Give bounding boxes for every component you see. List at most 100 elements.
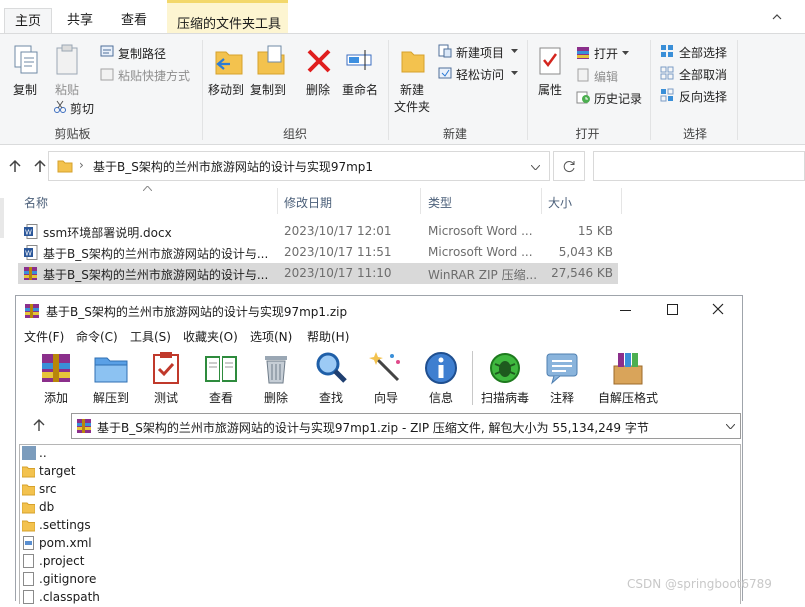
- copy-path-button[interactable]: 复制路径: [118, 45, 166, 62]
- column-divider[interactable]: [541, 188, 542, 214]
- column-header-size[interactable]: 大小: [548, 194, 572, 211]
- delete-archive-button[interactable]: 删除: [250, 348, 302, 408]
- invert-selection-icon[interactable]: [660, 88, 674, 102]
- history-button[interactable]: 历史记录: [594, 90, 642, 107]
- select-all-button[interactable]: 全部选择: [679, 44, 727, 61]
- move-to-button[interactable]: 移动到: [208, 81, 244, 98]
- up-folder-icon[interactable]: [33, 159, 47, 173]
- open-dropdown-icon[interactable]: [622, 51, 629, 55]
- delete-icon[interactable]: [306, 48, 332, 74]
- copy-path-icon[interactable]: [100, 45, 114, 57]
- column-divider[interactable]: [277, 188, 278, 214]
- list-item[interactable]: .settings: [22, 517, 422, 535]
- list-item[interactable]: .gitignore: [22, 571, 422, 589]
- history-icon[interactable]: [576, 90, 590, 104]
- paste-button[interactable]: 粘贴: [55, 81, 79, 98]
- properties-icon[interactable]: [538, 46, 562, 76]
- menu-options[interactable]: 选项(N): [250, 328, 292, 345]
- search-input[interactable]: [593, 151, 805, 181]
- properties-button[interactable]: 属性: [538, 81, 562, 98]
- menu-help[interactable]: 帮助(H): [307, 328, 349, 345]
- column-divider[interactable]: [621, 188, 622, 214]
- info-button[interactable]: 信息: [415, 348, 467, 408]
- move-to-icon[interactable]: [214, 44, 244, 76]
- new-folder-icon[interactable]: [400, 46, 426, 74]
- comment-button[interactable]: 注释: [536, 348, 588, 408]
- path-dropdown-icon[interactable]: [726, 424, 735, 429]
- new-item-button[interactable]: 新建项目: [456, 44, 504, 61]
- easy-access-dropdown-icon[interactable]: [511, 71, 518, 75]
- add-archive-icon: [42, 354, 70, 382]
- new-item-dropdown-icon[interactable]: [511, 49, 518, 53]
- open-button[interactable]: 打开: [594, 45, 618, 62]
- test-button[interactable]: 测试: [140, 348, 192, 408]
- copy-icon[interactable]: [13, 44, 39, 76]
- tab-view[interactable]: 查看: [112, 8, 156, 33]
- minimize-icon[interactable]: [620, 310, 631, 311]
- tab-compressed-folder-tools[interactable]: 压缩的文件夹工具: [167, 0, 288, 33]
- new-folder-button-line1[interactable]: 新建: [400, 81, 424, 98]
- wizard-button[interactable]: 向导: [360, 348, 412, 408]
- refresh-button[interactable]: [553, 151, 585, 181]
- edit-icon[interactable]: [576, 68, 590, 82]
- cut-button[interactable]: 剪切: [70, 100, 94, 117]
- copy-to-icon[interactable]: [256, 44, 286, 76]
- new-item-icon[interactable]: [438, 44, 452, 58]
- rename-icon[interactable]: [345, 48, 375, 72]
- easy-access-button[interactable]: 轻松访问: [456, 66, 504, 83]
- paste-shortcut-button[interactable]: 粘贴快捷方式: [118, 67, 190, 84]
- open-icon[interactable]: [576, 46, 590, 60]
- list-item[interactable]: ..: [22, 445, 422, 463]
- tab-share[interactable]: 共享: [58, 8, 102, 33]
- breadcrumb-path[interactable]: 基于B_S架构的兰州市旅游网站的设计与实现97mp1: [93, 158, 373, 175]
- sfx-button[interactable]: 自解压格式: [596, 348, 660, 408]
- archive-path-field[interactable]: 基于B_S架构的兰州市旅游网站的设计与实现97mp1.zip - ZIP 压缩文…: [71, 413, 741, 439]
- tab-home[interactable]: 主页: [4, 8, 52, 33]
- maximize-icon[interactable]: [667, 304, 678, 315]
- copy-button[interactable]: 复制: [13, 81, 37, 98]
- paste-shortcut-icon[interactable]: [100, 67, 114, 81]
- file-row[interactable]: W ssm环境部署说明.docx 2023/10/17 12:01 Micros…: [18, 221, 618, 242]
- edit-button[interactable]: 编辑: [594, 68, 618, 85]
- address-history-dropdown-icon[interactable]: [531, 165, 540, 170]
- breadcrumb-chevron-icon[interactable]: ›: [79, 158, 84, 172]
- select-all-icon[interactable]: [660, 44, 674, 58]
- invert-selection-button[interactable]: 反向选择: [679, 88, 727, 105]
- list-item[interactable]: db: [22, 499, 422, 517]
- paste-icon[interactable]: [55, 44, 81, 76]
- delete-button[interactable]: 删除: [306, 81, 330, 98]
- menu-commands[interactable]: 命令(C): [76, 328, 118, 345]
- find-button[interactable]: 查找: [305, 348, 357, 408]
- column-divider[interactable]: [420, 188, 421, 214]
- column-header-date[interactable]: 修改日期: [284, 194, 332, 211]
- winrar-title-bar[interactable]: 基于B_S架构的兰州市旅游网站的设计与实现97mp1.zip: [16, 296, 742, 326]
- cut-icon[interactable]: [53, 100, 67, 114]
- file-row[interactable]: W 基于B_S架构的兰州市旅游网站的设计与... 2023/10/17 11:5…: [18, 242, 618, 263]
- select-none-button[interactable]: 全部取消: [679, 66, 727, 83]
- rename-button[interactable]: 重命名: [342, 81, 378, 98]
- scan-virus-button[interactable]: 扫描病毒: [479, 348, 531, 408]
- menu-favorites[interactable]: 收藏夹(O): [183, 328, 238, 345]
- close-icon[interactable]: [712, 303, 724, 315]
- menu-file[interactable]: 文件(F): [24, 328, 64, 345]
- list-item[interactable]: target: [22, 463, 422, 481]
- list-item[interactable]: .classpath: [22, 589, 422, 607]
- up-arrow-icon[interactable]: [8, 159, 22, 173]
- column-header-type[interactable]: 类型: [428, 194, 452, 211]
- ribbon-collapse-icon[interactable]: [772, 14, 782, 20]
- copy-to-button[interactable]: 复制到: [250, 81, 286, 98]
- extract-to-button[interactable]: 解压到: [85, 348, 137, 408]
- column-header-name[interactable]: 名称: [24, 194, 48, 211]
- menu-tools[interactable]: 工具(S): [130, 328, 171, 345]
- file-row-selected[interactable]: 基于B_S架构的兰州市旅游网站的设计与... 2023/10/17 11:10 …: [18, 263, 618, 284]
- address-box[interactable]: › 基于B_S架构的兰州市旅游网站的设计与实现97mp1: [48, 151, 550, 181]
- up-level-icon[interactable]: [33, 419, 45, 432]
- new-folder-button-line2[interactable]: 文件夹: [394, 98, 430, 115]
- list-item[interactable]: src: [22, 481, 422, 499]
- easy-access-icon[interactable]: [438, 66, 452, 80]
- add-button[interactable]: 添加: [30, 348, 82, 408]
- list-item[interactable]: pom.xml: [22, 535, 422, 553]
- select-none-icon[interactable]: [660, 66, 674, 80]
- view-button[interactable]: 查看: [195, 348, 247, 408]
- list-item[interactable]: .project: [22, 553, 422, 571]
